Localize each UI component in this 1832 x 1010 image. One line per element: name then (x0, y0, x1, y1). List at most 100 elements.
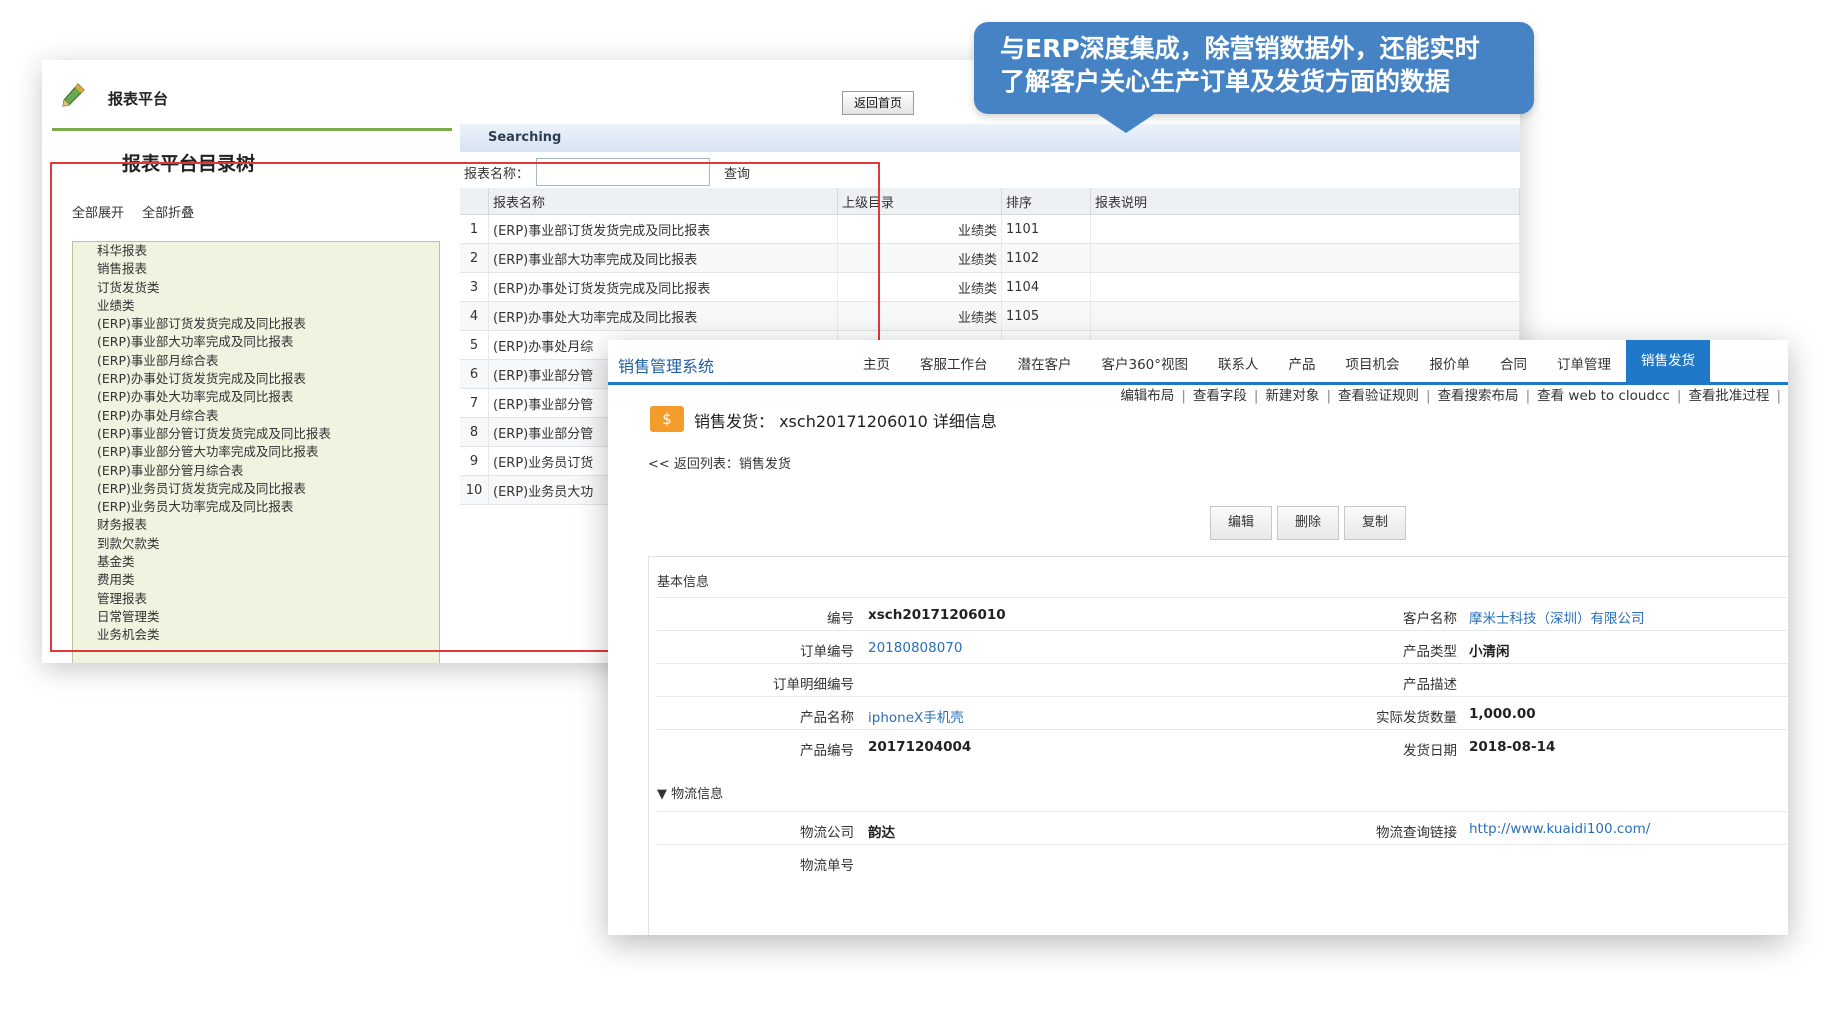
tree-item[interactable]: (ERP)事业部订货发货完成及同比报表 (73, 315, 439, 333)
carrier-value: 韵达 (868, 825, 895, 841)
sales-system-window: 销售管理系统 主页 客服工作台 潜在客户 客户360°视图 联系人 产品 项目机会 报价单 合同… (608, 340, 1788, 935)
row-index: 5 (460, 330, 489, 360)
row-index: 10 (460, 475, 489, 505)
nav-tab[interactable]: 客户360°视图 (1087, 340, 1204, 382)
nav-tab[interactable]: 报价单 (1415, 340, 1486, 382)
admin-link[interactable]: 查看 web to cloudcc (1537, 388, 1670, 404)
brand-title: 销售管理系统 (618, 357, 715, 376)
order-no-link[interactable]: 20180808070 (868, 640, 962, 656)
row-index: 9 (460, 446, 489, 476)
back-to-list-link[interactable]: << 返回列表：销售发货 (648, 453, 791, 472)
table-row[interactable]: 1 (ERP)事业部订货发货完成及同比报表 业绩类 1101 (460, 214, 1520, 244)
tree-item[interactable]: (ERP)事业部分管订货发货完成及同比报表 (73, 425, 439, 443)
callout-pointer (1096, 113, 1156, 133)
delete-button[interactable]: 删除 (1277, 506, 1339, 540)
tree-item[interactable]: (ERP)事业部大功率完成及同比报表 (73, 333, 439, 351)
pencil-icon (62, 83, 85, 107)
col-sort: 排序 (1001, 188, 1091, 215)
admin-links: 编辑布局 | 查看字段 | 新建对象 | 查看验证规则 | 查看搜索布局 | 查看 web to c… (1120, 384, 1788, 404)
tree-item[interactable]: 业务机会类 (73, 626, 439, 644)
customer-link[interactable]: 摩米士科技（深圳）有限公司 (1469, 607, 1645, 627)
record-heading: 销售发货： xsch20171206010 详细信息 (694, 412, 997, 431)
row-index: 1 (460, 214, 489, 244)
row-index: 3 (460, 272, 489, 302)
nav-tab[interactable]: 销售发货 (1626, 340, 1711, 382)
top-nav: 销售管理系统 主页 客服工作台 潜在客户 客户360°视图 联系人 产品 项目机会 报价单 合同… (608, 340, 1788, 385)
table-row[interactable]: 2 (ERP)事业部大功率完成及同比报表 业绩类 1102 (460, 243, 1520, 273)
nav-tab[interactable]: 合同 (1485, 340, 1542, 382)
row-sort: 1101 (1001, 214, 1091, 244)
tree-item[interactable]: 销售报表 (73, 260, 439, 278)
tree-item[interactable]: (ERP)业务员大功率完成及同比报表 (73, 498, 439, 516)
tree-item[interactable]: 到款欠款类 (73, 535, 439, 553)
col-description: 报表说明 (1090, 188, 1520, 215)
link-separator: | (1525, 388, 1531, 404)
link-separator: | (1326, 388, 1331, 404)
tree-item[interactable]: (ERP)事业部分管大功率完成及同比报表 (73, 443, 439, 461)
tree-item[interactable]: 费用类 (73, 571, 439, 589)
row-description (1090, 214, 1520, 244)
row-sort: 1104 (1001, 272, 1091, 302)
nav-tab[interactable]: 订单管理 (1542, 340, 1626, 382)
row-index: 4 (460, 301, 489, 331)
tree-item[interactable]: (ERP)办事处月综合表 (73, 407, 439, 425)
nav-tab[interactable]: 项目机会 (1331, 340, 1415, 382)
query-button[interactable]: 查询 (724, 163, 750, 182)
tree-item[interactable]: 日常管理类 (73, 608, 439, 626)
admin-link[interactable]: 新建对象 (1265, 388, 1319, 404)
col-index (460, 188, 489, 215)
col-report-name: 报表名称 (488, 188, 838, 215)
table-row[interactable]: 3 (ERP)办事处订货发货完成及同比报表 业绩类 1104 (460, 272, 1520, 302)
row-sort: 1105 (1001, 301, 1091, 331)
callout-line-2: 了解客户关心生产订单及发货方面的数据 (1000, 67, 1451, 96)
nav-tabs: 主页 客服工作台 潜在客户 客户360°视图 联系人 产品 项目机会 报价单 合同 订单管理 销售发… (848, 340, 1711, 382)
product-code-label: 产品编号 (800, 743, 854, 759)
nav-tab[interactable]: 客服工作台 (905, 340, 1003, 382)
admin-link[interactable]: 查看验证规则 (1338, 388, 1419, 404)
tree-item[interactable]: (ERP)业务员订货发货完成及同比报表 (73, 480, 439, 498)
detail-row: 产品编号 20171204004 发货日期 2018-08-14 (657, 729, 1787, 763)
tree-item[interactable]: (ERP)办事处订货发货完成及同比报表 (73, 370, 439, 388)
row-report-name: (ERP)办事处订货发货完成及同比报表 (488, 272, 838, 302)
ship-qty-label: 实际发货数量 (1376, 710, 1457, 726)
section-basic-info: 基本信息 (657, 575, 710, 590)
report-name-input[interactable] (536, 158, 710, 186)
callout-bubble: 与ERP深度集成，除营销数据外，还能实时 了解客户关心生产订单及发货方面的数据 (974, 22, 1534, 114)
admin-link[interactable]: 查看搜索布局 (1438, 388, 1519, 404)
row-description (1090, 301, 1520, 331)
back-home-button[interactable]: 返回首页 (842, 91, 914, 115)
nav-tab[interactable]: 联系人 (1203, 340, 1274, 382)
admin-link[interactable]: 编辑布局 (1120, 388, 1174, 404)
nav-tab[interactable]: 主页 (848, 340, 905, 382)
nav-tab[interactable]: 潜在客户 (1003, 340, 1087, 382)
tree-item[interactable]: (ERP)事业部月综合表 (73, 352, 439, 370)
tree-item[interactable]: 业绩类 (73, 297, 439, 315)
tree-item[interactable]: 管理报表 (73, 590, 439, 608)
tree-item[interactable]: (ERP)事业部分管月综合表 (73, 462, 439, 480)
col-parent: 上级目录 (837, 188, 1002, 215)
edit-button[interactable]: 编辑 (1210, 506, 1272, 540)
section-logistics[interactable]: ▼ 物流信息 (657, 783, 723, 802)
tree-item[interactable]: (ERP)办事处大功率完成及同比报表 (73, 388, 439, 406)
table-row[interactable]: 4 (ERP)办事处大功率完成及同比报表 业绩类 1105 (460, 301, 1520, 331)
product-type-label: 产品类型 (1403, 644, 1457, 660)
tree-item[interactable]: 基金类 (73, 553, 439, 571)
detail-row: 物流公司 韵达 物流查询链接 http://www.kuaidi100.com/ (657, 811, 1787, 845)
tree-item[interactable]: 财务报表 (73, 516, 439, 534)
row-report-name: (ERP)事业部大功率完成及同比报表 (488, 243, 838, 273)
report-platform-title: 报表平台 (108, 90, 169, 108)
tree-item[interactable]: 订货发货类 (73, 279, 439, 297)
product-name-link[interactable]: iphoneX手机壳 (868, 706, 964, 726)
callout-line-1: 与ERP深度集成，除营销数据外，还能实时 (1000, 34, 1480, 63)
admin-link[interactable]: 查看批准过程 (1688, 388, 1769, 404)
tracking-no-label: 物流单号 (800, 858, 854, 874)
tree-item[interactable]: 科华报表 (73, 242, 439, 260)
tracking-link[interactable]: http://www.kuaidi100.com/ (1469, 821, 1650, 837)
product-code-value: 20171204004 (868, 739, 972, 755)
admin-link[interactable]: 查看字段 (1193, 388, 1247, 404)
copy-button[interactable]: 复制 (1344, 506, 1406, 540)
expand-all-link[interactable]: 全部展开 (72, 206, 124, 221)
nav-tab[interactable]: 产品 (1274, 340, 1331, 382)
collapse-all-link[interactable]: 全部折叠 (142, 206, 194, 221)
row-report-name: (ERP)办事处大功率完成及同比报表 (488, 301, 838, 331)
